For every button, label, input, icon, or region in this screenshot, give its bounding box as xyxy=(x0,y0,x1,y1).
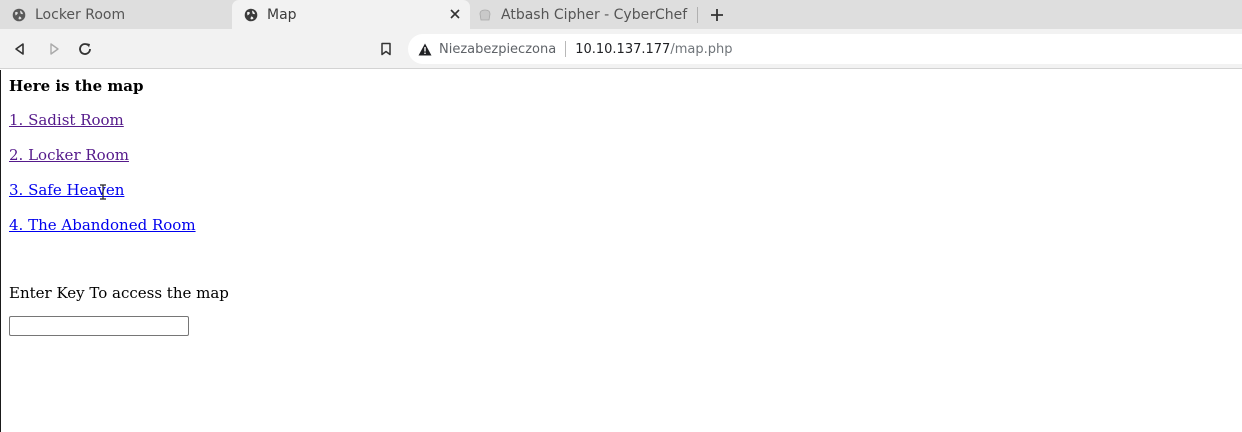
tab-title: Locker Room xyxy=(35,6,126,23)
cyberchef-icon xyxy=(478,8,492,22)
tab-locker-room[interactable]: Locker Room xyxy=(0,0,232,29)
url-path: /map.php xyxy=(670,41,733,57)
url-divider xyxy=(565,41,567,57)
browser-toolbar: Niezabezpieczona 10.10.137.177/map.php xyxy=(0,29,1242,69)
tab-map[interactable]: Map xyxy=(232,0,470,29)
bookmark-icon[interactable] xyxy=(376,39,396,59)
tab-strip: Locker Room Map Atbash Cipher - CyberChe… xyxy=(0,0,1242,29)
tab-cyberchef[interactable]: Atbash Cipher - CyberChef xyxy=(470,0,698,29)
tab-separator xyxy=(697,7,698,23)
page-heading: Here is the map xyxy=(9,77,144,95)
security-label[interactable]: Niezabezpieczona xyxy=(439,42,556,57)
close-tab-icon[interactable] xyxy=(448,7,462,21)
link-safe-heaven[interactable]: 3. Safe Heaven xyxy=(9,181,124,199)
warning-triangle-icon[interactable] xyxy=(418,42,432,56)
address-bar[interactable]: Niezabezpieczona 10.10.137.177/map.php xyxy=(408,34,1242,64)
reload-icon[interactable] xyxy=(75,39,95,59)
link-locker-room[interactable]: 2. Locker Room xyxy=(9,146,129,164)
text-cursor-icon xyxy=(99,184,107,200)
tab-title: Map xyxy=(267,6,297,23)
globe-icon xyxy=(12,8,26,22)
globe-icon xyxy=(244,8,258,22)
forward-arrow-icon[interactable] xyxy=(44,39,64,59)
new-tab-plus-icon[interactable] xyxy=(708,6,726,24)
link-abandoned-room[interactable]: 4. The Abandoned Room xyxy=(9,216,196,234)
key-input[interactable] xyxy=(9,316,189,336)
tab-title: Atbash Cipher - CyberChef xyxy=(501,6,688,23)
url-host: 10.10.137.177 xyxy=(575,41,671,57)
back-arrow-icon[interactable] xyxy=(10,39,30,59)
key-prompt-label: Enter Key To access the map xyxy=(9,284,229,302)
link-sadist-room[interactable]: 1. Sadist Room xyxy=(9,111,124,129)
page-content: Here is the map 1. Sadist Room 2. Locker… xyxy=(0,70,1242,432)
